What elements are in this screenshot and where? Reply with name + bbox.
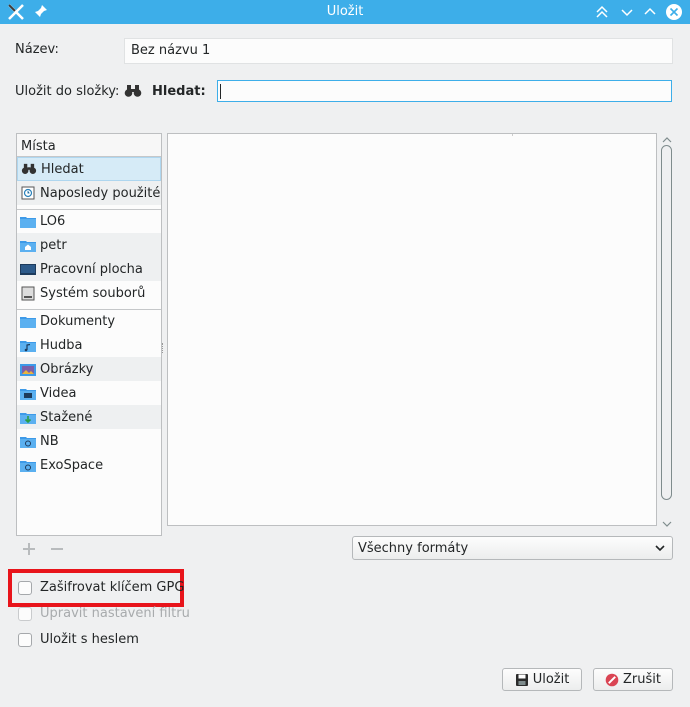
file-list[interactable] <box>167 133 657 526</box>
scroll-down-icon[interactable] <box>661 517 673 532</box>
column-divider <box>512 134 513 136</box>
save-password-checkbox[interactable]: Uložit s heslem <box>18 632 139 647</box>
place-item-naposledy-použité[interactable]: Naposledy použité <box>17 181 161 205</box>
search-label: Hledat: <box>152 84 206 99</box>
cancel-icon <box>605 673 619 687</box>
floppy-icon <box>515 673 529 687</box>
minimize-icon[interactable] <box>619 4 635 24</box>
vertical-scrollbar[interactable] <box>659 133 675 527</box>
place-item-lo6[interactable]: LO6 <box>17 209 161 233</box>
checkbox-box[interactable] <box>18 580 32 595</box>
folder-icon <box>20 214 36 230</box>
places-list: Hledat Naposledy použité LO6 petr Pracovní p… <box>17 157 161 477</box>
place-item-systém-souborů[interactable]: Systém souborů <box>17 281 161 305</box>
recent-icon <box>20 185 36 201</box>
pictures-folder-icon <box>20 361 36 377</box>
place-item-obrázky[interactable]: Obrázky <box>17 357 161 381</box>
save-password-label: Uložit s heslem <box>40 632 139 647</box>
place-label: Naposledy použité <box>40 185 161 201</box>
video-folder-icon <box>20 385 36 401</box>
window-title: Uložit <box>326 4 364 19</box>
save-label: Uložit <box>532 672 570 687</box>
place-label: Obrázky <box>40 361 94 377</box>
desktop-icon <box>20 261 36 277</box>
place-item-hledat[interactable]: Hledat <box>17 157 161 181</box>
network-folder-icon <box>20 433 36 449</box>
place-item-petr[interactable]: petr <box>17 233 161 257</box>
place-item-pracovní-plocha[interactable]: Pracovní plocha <box>17 257 161 281</box>
checkbox-box <box>18 606 32 621</box>
close-icon[interactable] <box>664 2 684 26</box>
place-item-nb[interactable]: NB <box>17 429 161 453</box>
place-item-videa[interactable]: Videa <box>17 381 161 405</box>
place-item-dokumenty[interactable]: Dokumenty <box>17 309 161 333</box>
chevron-down-icon <box>654 542 666 558</box>
cancel-label: Zrušit <box>623 672 661 687</box>
filter-select[interactable]: Všechny formáty <box>352 536 673 560</box>
place-item-hudba[interactable]: Hudba <box>17 333 161 357</box>
place-label: NB <box>40 433 59 449</box>
scrollbar-handle[interactable] <box>661 145 672 500</box>
name-label: Název: <box>15 42 59 57</box>
save-button[interactable]: Uložit <box>502 668 582 691</box>
place-label: Systém souborů <box>40 285 146 301</box>
encrypt-gpg-checkbox[interactable]: Zašifrovat klíčem GPG <box>18 580 184 595</box>
place-label: Pracovní plocha <box>40 261 143 277</box>
places-header[interactable]: Místa <box>17 134 161 157</box>
drive-icon <box>20 285 36 301</box>
search-input[interactable] <box>217 80 672 102</box>
place-label: Hudba <box>40 337 83 353</box>
filter-selected: Všechny formáty <box>358 540 469 556</box>
title-bar: Uložit <box>0 0 690 24</box>
place-label: petr <box>40 237 67 253</box>
home-folder-icon <box>20 237 36 253</box>
network-folder-icon <box>20 457 36 473</box>
music-folder-icon <box>20 337 36 353</box>
place-label: Stažené <box>40 409 93 425</box>
download-folder-icon <box>20 409 36 425</box>
place-label: LO6 <box>40 214 66 229</box>
splitter-handle[interactable] <box>162 343 166 353</box>
place-item-exospace[interactable]: ExoSpace <box>17 453 161 477</box>
edit-filter-checkbox: Upravit nastavení filtru <box>18 606 190 621</box>
binoculars-icon <box>21 161 37 177</box>
text-cursor <box>220 84 221 99</box>
folder-icon <box>20 314 36 330</box>
edit-filter-label: Upravit nastavení filtru <box>40 606 190 621</box>
place-label: Hledat <box>41 161 84 177</box>
encrypt-gpg-label: Zašifrovat klíčem GPG <box>40 580 185 595</box>
name-field[interactable]: Bez názvu 1 <box>124 38 673 64</box>
places-panel: Místa Hledat Naposledy použité LO6 petr Prac… <box>16 133 162 536</box>
checkbox-box[interactable] <box>18 632 32 647</box>
place-label: Videa <box>40 385 77 401</box>
keep-above-icon[interactable] <box>594 4 610 24</box>
remove-place-icon[interactable] <box>50 542 64 560</box>
maximize-icon[interactable] <box>642 4 658 24</box>
place-label: Dokumenty <box>40 314 116 329</box>
place-label: ExoSpace <box>40 457 104 473</box>
add-place-icon[interactable] <box>22 542 36 560</box>
cancel-button[interactable]: Zrušit <box>593 668 673 691</box>
place-item-stažené[interactable]: Stažené <box>17 405 161 429</box>
folder-label: Uložit do složky: <box>15 84 120 99</box>
binoculars-icon <box>124 84 142 102</box>
